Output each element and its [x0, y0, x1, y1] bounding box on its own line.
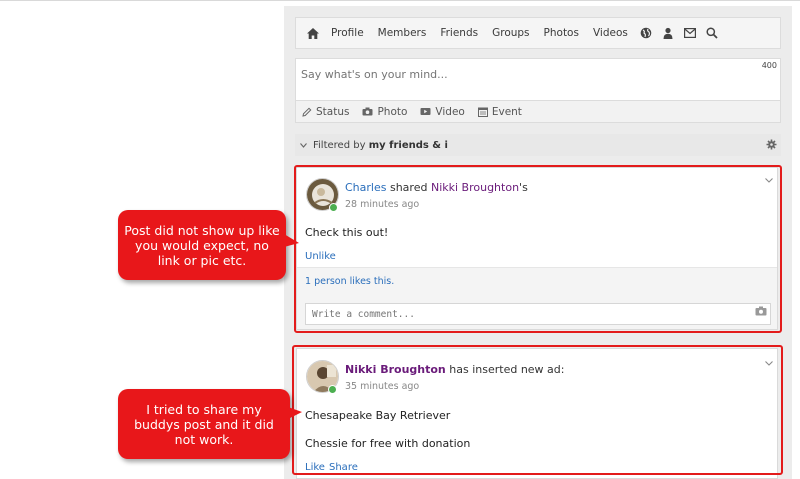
callout-pointer — [288, 407, 302, 419]
chevron-down-icon — [300, 142, 307, 148]
camera-icon[interactable] — [755, 306, 767, 316]
post-body: Chessie for free with donation — [305, 437, 471, 450]
nav-friends[interactable]: Friends — [433, 27, 485, 39]
tab-status-label: Status — [316, 105, 350, 118]
tab-photo-label: Photo — [377, 105, 408, 118]
top-divider — [0, 0, 800, 4]
author-link[interactable]: Charles — [345, 181, 386, 194]
possessive-suffix: 's — [519, 181, 528, 194]
post-body: Check this out! — [305, 226, 389, 239]
tab-status[interactable]: Status — [302, 106, 349, 118]
camera-icon — [362, 107, 373, 116]
friend-requests-icon[interactable] — [657, 23, 679, 43]
tab-event-label: Event — [491, 105, 522, 118]
feed-post: Charles shared Nikki Broughton's 28 minu… — [296, 167, 778, 330]
char-counter: 400 — [761, 61, 777, 70]
nav-members[interactable]: Members — [371, 27, 434, 39]
page: Profile Members Friends Groups Photos Vi… — [0, 0, 800, 479]
post-action-text: shared — [389, 181, 428, 194]
share-link[interactable]: Share — [329, 462, 358, 473]
callout-text: I tried to share my buddys post and it d… — [134, 401, 274, 447]
annotation-callout: Post did not show up like you would expe… — [118, 210, 299, 280]
filter-value: my friends & i — [368, 139, 448, 151]
like-link[interactable]: Like — [305, 462, 325, 473]
status-input[interactable] — [301, 68, 741, 81]
post-action-text: has inserted new ad: — [449, 363, 565, 376]
post-header: Charles shared Nikki Broughton's — [345, 181, 528, 194]
likes-summary: 1 person likes this. — [297, 267, 777, 295]
tab-video[interactable]: Video — [420, 105, 465, 118]
tab-photo[interactable]: Photo — [362, 106, 407, 118]
status-composer: 400 — [295, 58, 781, 101]
online-status-dot — [328, 385, 337, 394]
nav-groups[interactable]: Groups — [485, 27, 536, 39]
home-icon[interactable] — [302, 23, 324, 43]
gear-icon[interactable] — [766, 139, 777, 150]
feed-post: Nikki Broughton has inserted new ad: 35 … — [296, 348, 778, 479]
pencil-icon — [302, 107, 312, 117]
search-icon[interactable] — [701, 23, 723, 43]
post-timestamp[interactable]: 35 minutes ago — [345, 381, 419, 392]
tab-video-label: Video — [435, 105, 465, 118]
comment-input[interactable] — [305, 303, 771, 325]
comment-area — [297, 295, 777, 329]
nav-photos[interactable]: Photos — [537, 27, 586, 39]
unlike-link[interactable]: Unlike — [305, 251, 336, 262]
post-header: Nikki Broughton has inserted new ad: — [345, 363, 564, 376]
mail-icon[interactable] — [679, 23, 701, 43]
online-status-dot — [329, 203, 338, 212]
author-link[interactable]: Nikki Broughton — [345, 363, 446, 376]
nav-videos[interactable]: Videos — [586, 27, 635, 39]
filter-prefix: Filtered by — [313, 139, 366, 151]
tab-event[interactable]: Event — [477, 105, 522, 118]
callout-text: Post did not show up like you would expe… — [124, 222, 280, 268]
calendar-icon — [477, 107, 488, 117]
shared-author-link[interactable]: Nikki Broughton — [431, 181, 519, 194]
chevron-down-icon[interactable] — [765, 178, 773, 183]
nav-profile[interactable]: Profile — [324, 27, 371, 39]
annotation-callout: I tried to share my buddys post and it d… — [118, 389, 302, 459]
chevron-down-icon[interactable] — [765, 361, 773, 366]
likes-count-link[interactable]: 1 person likes this. — [305, 276, 394, 287]
composer-tabs: Status Photo Video Event — [295, 101, 781, 123]
ad-title-link[interactable]: Chesapeake Bay Retriever — [305, 409, 450, 422]
feed-filter[interactable]: Filtered by my friends & i — [295, 134, 781, 156]
video-icon — [420, 108, 431, 115]
callout-pointer — [284, 234, 299, 247]
activity-navbar: Profile Members Friends Groups Photos Vi… — [295, 17, 781, 49]
globe-icon[interactable] — [635, 23, 657, 43]
post-timestamp[interactable]: 28 minutes ago — [345, 199, 419, 210]
